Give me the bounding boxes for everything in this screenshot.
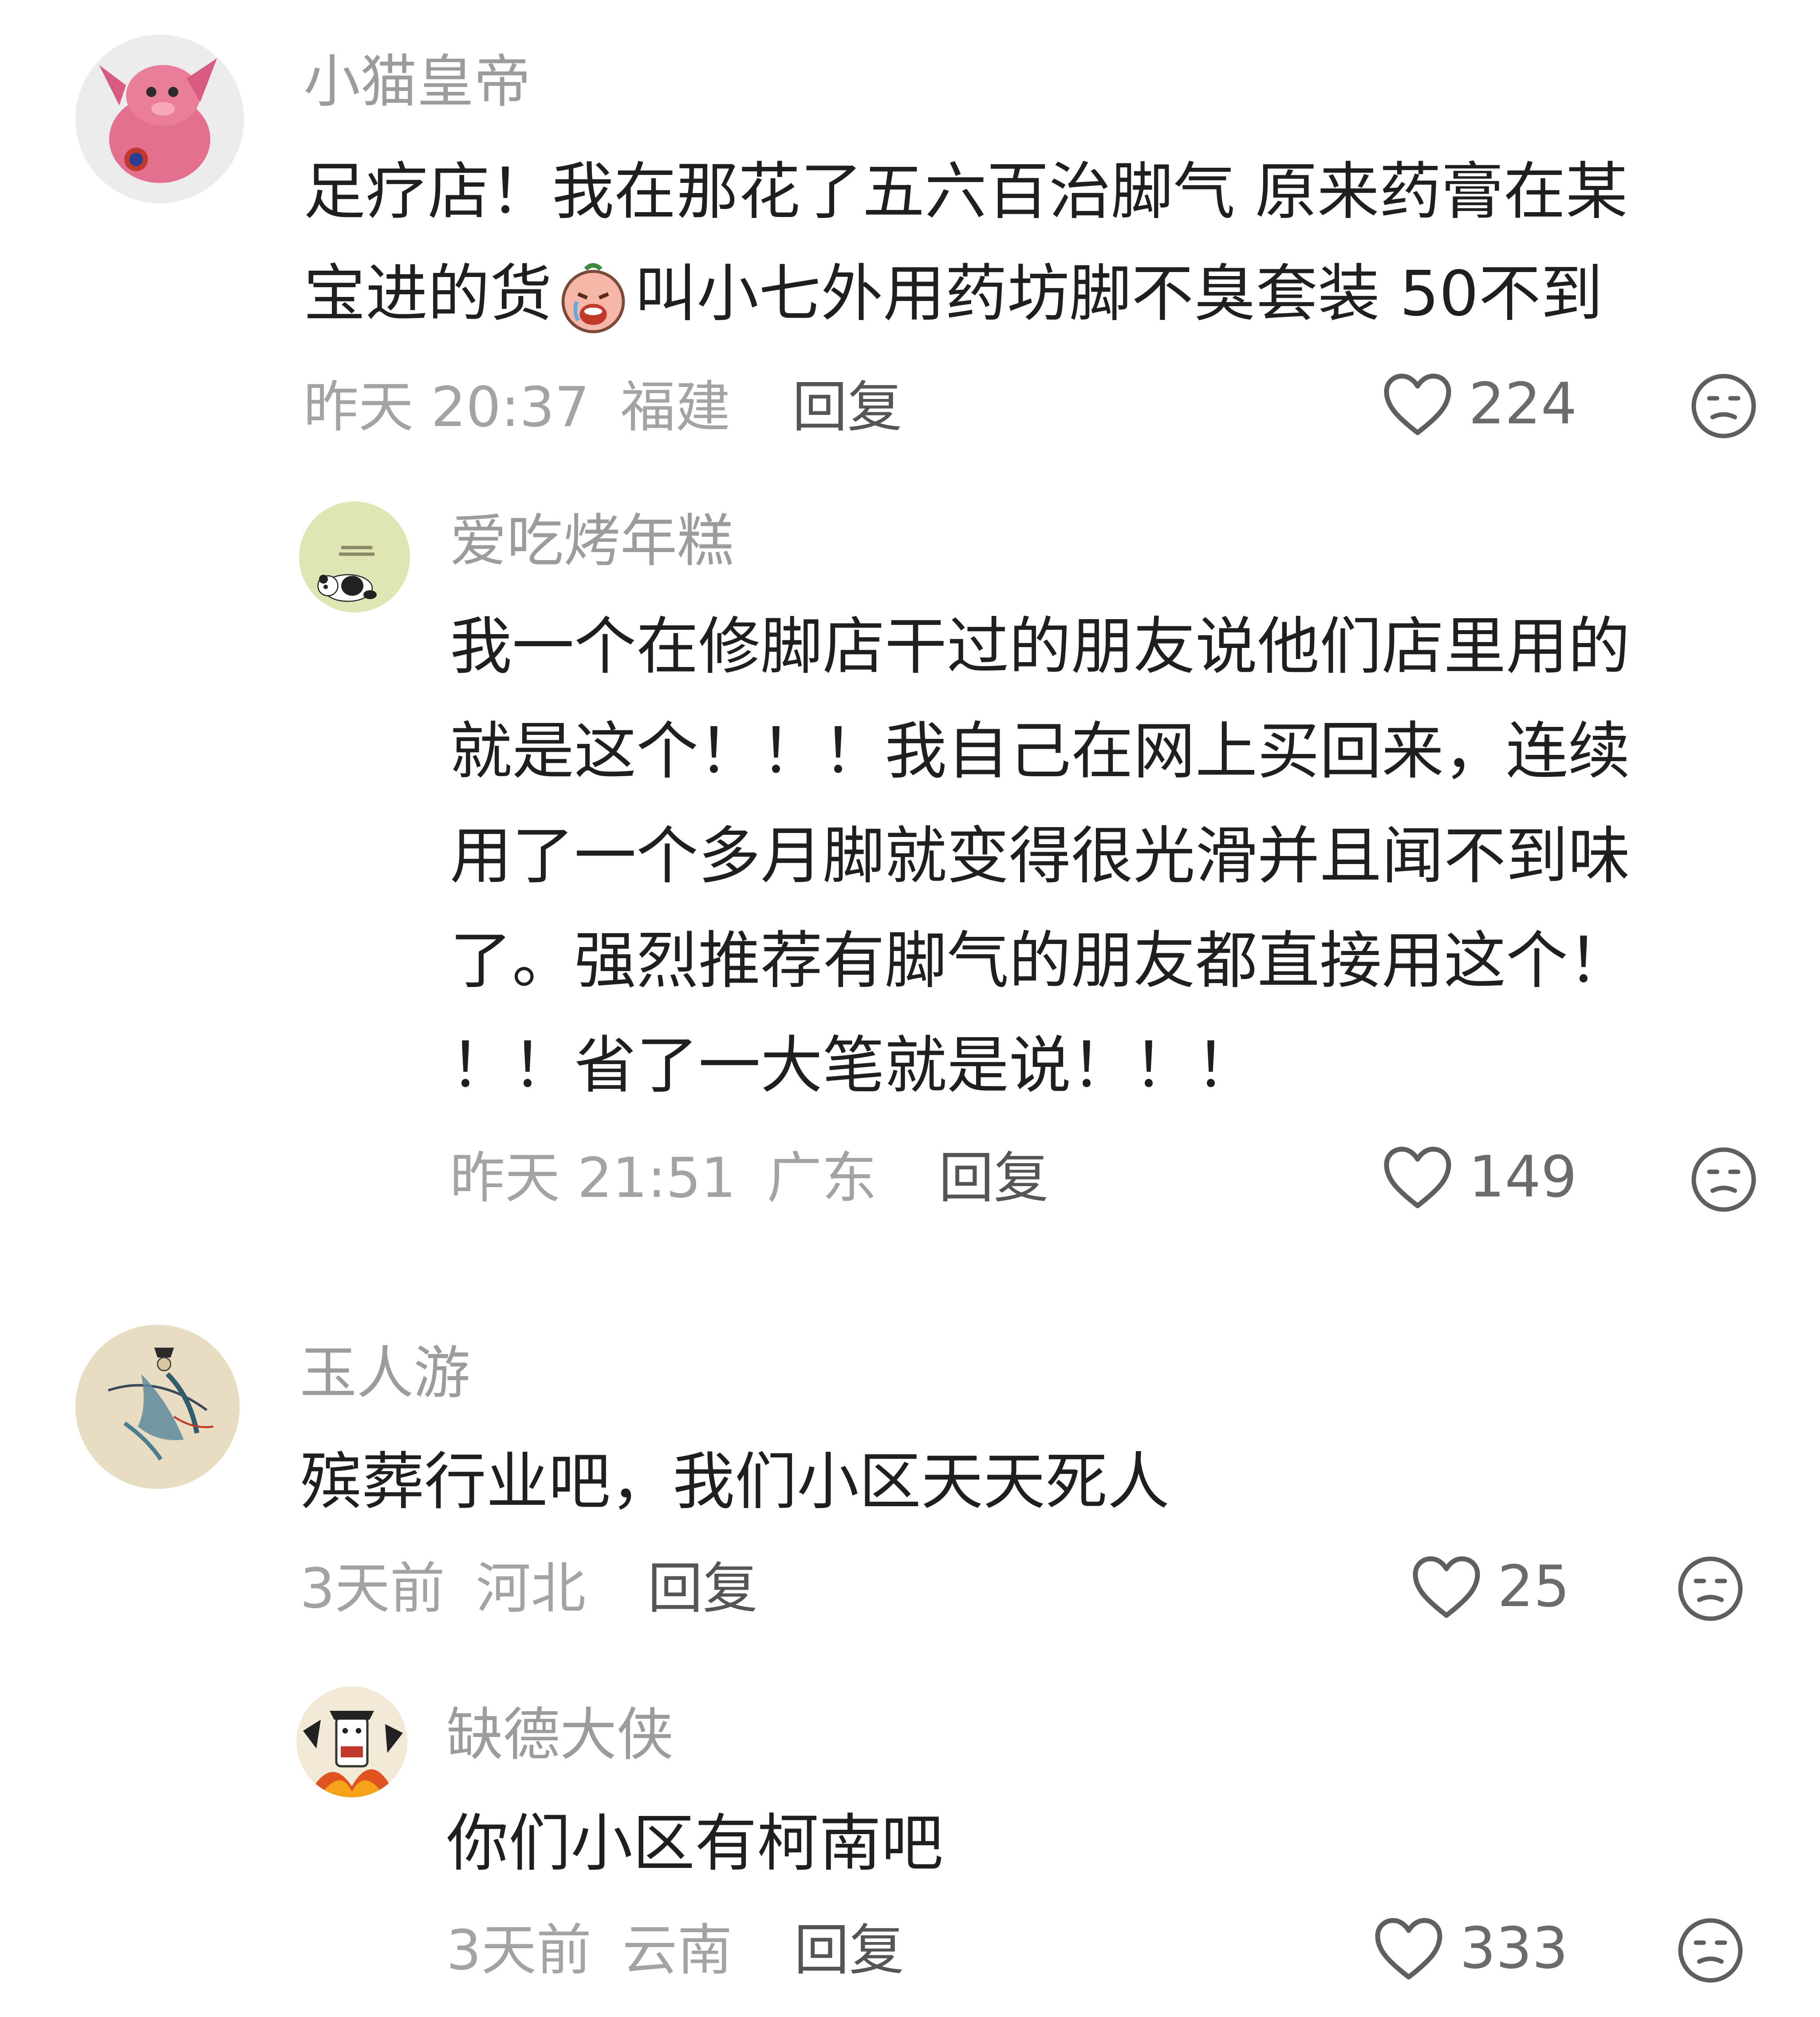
- comment-line: ！！省了一大笔就是说！！！: [450, 1030, 1258, 1102]
- comment-time: 3天前: [300, 1557, 445, 1621]
- comment-line: 用了一个多月脚就变得很光滑并且闻不到味: [450, 820, 1631, 892]
- heart-outline-icon: [1384, 1147, 1451, 1208]
- like-button[interactable]: 224: [1380, 368, 1577, 439]
- comment-text: 殡葬行业吧，我们小区天天死人: [300, 1431, 1170, 1533]
- heart-outline-icon: [1384, 374, 1451, 435]
- reply-button[interactable]: 回复: [648, 1557, 758, 1621]
- reply-button[interactable]: 回复: [792, 375, 902, 439]
- comment-line: 殡葬行业吧，我们小区天天死人: [300, 1446, 1170, 1518]
- dislike-button[interactable]: [1675, 1553, 1746, 1624]
- dislike-button[interactable]: [1688, 1144, 1759, 1215]
- comment-location: 广东: [767, 1146, 877, 1210]
- comment-time: 昨天 21:51: [450, 1146, 736, 1210]
- comment-meta: 3天前 河北 回复: [300, 1558, 758, 1620]
- comment-line-part: 宝进的货: [303, 258, 552, 330]
- comment-line: 你们小区有柯南吧: [446, 1808, 944, 1880]
- comment-meta: 昨天 21:51 广东 回复: [450, 1147, 1049, 1209]
- comment-line: 了。强烈推荐有脚气的朋友都直接用这个！: [450, 925, 1631, 997]
- comment-line: 我一个在修脚店干过的朋友说他们店里用的: [450, 611, 1631, 683]
- meh-face-icon: [1678, 1918, 1743, 1983]
- username[interactable]: 缺德大侠: [446, 1700, 674, 1771]
- comment-line-part: 叫小七外用药坊脚不臭套装 50不到: [634, 258, 1603, 330]
- pink-plush-avatar: [75, 35, 244, 203]
- crying-face-emoji: [555, 260, 631, 336]
- comment-text: 我一个在修脚店干过的朋友说他们店里用的 就是这个！！！我自己在网上买回来，连续 …: [450, 595, 1630, 1118]
- comment-line: 宝进的货 叫小七外用药坊脚不臭套装 50不到: [303, 243, 1628, 345]
- comment-text: 足疗店！我在那花了五六百治脚气 原来药膏在某 宝进的货 叫小七外用药坊脚不臭套装 …: [303, 141, 1628, 345]
- avatar[interactable]: [75, 1325, 240, 1489]
- like-count: 149: [1469, 1144, 1577, 1210]
- reply-button[interactable]: 回复: [939, 1146, 1049, 1210]
- username[interactable]: 小猫皇帝: [303, 47, 531, 118]
- que-de-avatar: [296, 1686, 407, 1797]
- like-count: 224: [1469, 371, 1577, 437]
- panda-avatar: [299, 501, 410, 612]
- comment-line: 足疗店！我在那花了五六百治脚气 原来药膏在某: [303, 156, 1628, 228]
- heart-outline-icon: [1375, 1918, 1442, 1980]
- like-button[interactable]: 25: [1409, 1551, 1570, 1622]
- comment-location: 云南: [622, 1918, 733, 1982]
- comment-location: 福建: [620, 375, 731, 439]
- avatar[interactable]: [296, 1686, 407, 1797]
- username[interactable]: 玉人游: [300, 1338, 470, 1409]
- heart-outline-icon: [1413, 1556, 1480, 1618]
- username[interactable]: 爱吃烤年糕: [450, 506, 734, 577]
- avatar[interactable]: [75, 35, 244, 203]
- avatar[interactable]: [299, 501, 410, 612]
- ink-painting-avatar: [75, 1325, 240, 1489]
- dislike-button[interactable]: [1675, 1915, 1746, 1986]
- like-count: 333: [1460, 1915, 1568, 1981]
- comment-time: 3天前: [446, 1918, 591, 1982]
- comment-meta: 昨天 20:37 福建 回复: [303, 376, 902, 438]
- dislike-button[interactable]: [1688, 371, 1759, 442]
- like-count: 25: [1497, 1553, 1570, 1620]
- comment-meta: 3天前 云南 回复: [446, 1919, 904, 1981]
- like-button[interactable]: 333: [1371, 1913, 1568, 1984]
- like-button[interactable]: 149: [1380, 1141, 1577, 1212]
- meh-face-icon: [1691, 1147, 1756, 1212]
- comment-location: 河北: [476, 1557, 586, 1621]
- reply-button[interactable]: 回复: [794, 1918, 904, 1982]
- comment-time: 昨天 20:37: [303, 375, 590, 439]
- comment-line: 就是这个！！！我自己在网上买回来，连续: [450, 715, 1631, 788]
- meh-face-icon: [1678, 1556, 1743, 1621]
- comment-text: 你们小区有柯南吧: [446, 1793, 943, 1895]
- meh-face-icon: [1691, 374, 1756, 438]
